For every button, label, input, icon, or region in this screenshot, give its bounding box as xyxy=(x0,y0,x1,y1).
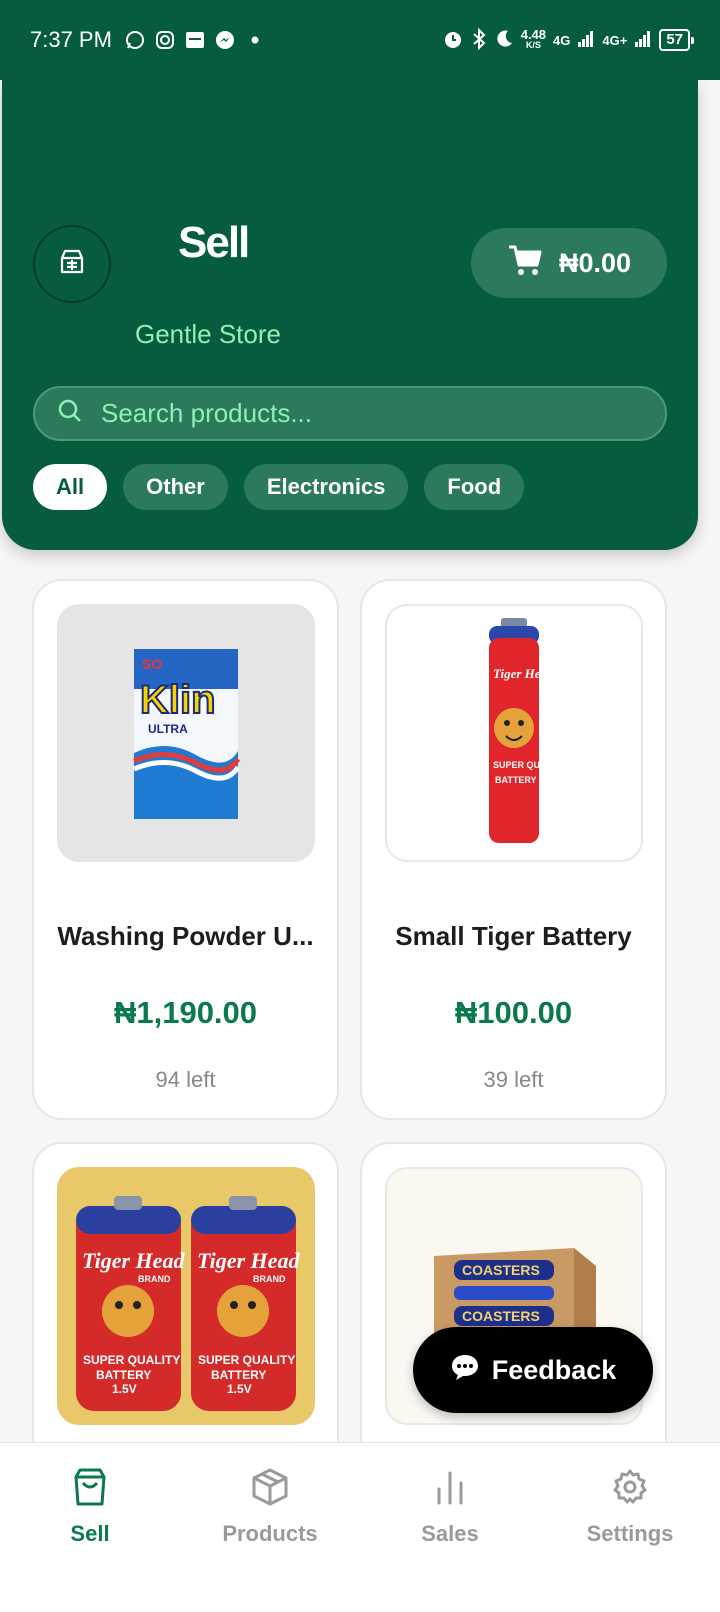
nav-item-sales[interactable]: Sales xyxy=(360,1443,540,1612)
klin-detergent-image: SO Klin ULTRA xyxy=(132,649,241,819)
svg-text:COASTERS: COASTERS xyxy=(462,1308,540,1324)
signal-icon-1 xyxy=(577,30,595,51)
gear-icon xyxy=(611,1467,649,1513)
product-image: Tiger Head BRAND SUPER QUALITY BATTERY 1… xyxy=(57,1167,315,1425)
product-stock: 39 left xyxy=(483,1067,544,1092)
store-switch-button[interactable] xyxy=(33,225,111,303)
svg-text:BRAND: BRAND xyxy=(138,1274,171,1284)
status-time: 7:37 PM xyxy=(30,27,112,52)
product-name: Small Tiger Battery xyxy=(395,921,632,951)
shopping-bag-icon xyxy=(71,1467,109,1513)
cart-total: ₦0.00 xyxy=(558,247,632,278)
svg-text:BATTERY: BATTERY xyxy=(211,1368,266,1382)
feedback-label: Feedback xyxy=(491,1354,617,1385)
product-price: ₦1,190.00 xyxy=(113,995,258,1030)
svg-text:ULTRA: ULTRA xyxy=(148,722,188,736)
nav-label-sales: Sales xyxy=(421,1521,479,1546)
svg-text:BATTERY: BATTERY xyxy=(495,775,537,785)
tiger-aa-battery-image: Tiger Head SUPER QUALITY BATTERY xyxy=(489,618,549,843)
product-name: Washing Powder U... xyxy=(57,921,314,951)
search-bar[interactable] xyxy=(33,386,667,441)
bottom-navigation: Sell Products Sales Settings xyxy=(0,1442,720,1612)
more-notifications-dot-icon xyxy=(244,29,266,51)
alarm-icon xyxy=(442,28,464,53)
product-card[interactable]: Tiger Head SUPER QUALITY BATTERY Small T… xyxy=(360,579,667,1120)
box-icon xyxy=(251,1467,289,1513)
svg-text:1.5V: 1.5V xyxy=(227,1382,252,1396)
store-name: Gentle Store xyxy=(135,319,281,349)
product-stock: 94 left xyxy=(155,1067,216,1092)
svg-text:SO: SO xyxy=(142,656,162,672)
bar-chart-icon xyxy=(431,1467,469,1513)
messenger-icon xyxy=(214,29,236,51)
product-image: Tiger Head SUPER QUALITY BATTERY xyxy=(385,604,643,862)
svg-text:Tiger Head: Tiger Head xyxy=(493,666,549,681)
nav-label-sell: Sell xyxy=(70,1521,110,1546)
svg-text:COASTERS: COASTERS xyxy=(462,1262,540,1278)
svg-text:SUPER QUALITY: SUPER QUALITY xyxy=(83,1353,180,1367)
svg-text:Klin: Klin xyxy=(140,678,216,722)
news-app-icon xyxy=(184,29,206,51)
product-price: ₦100.00 xyxy=(454,995,573,1030)
category-chip-all[interactable]: All xyxy=(33,464,108,510)
category-filters: All Other Electronics Food xyxy=(33,464,525,510)
cart-icon xyxy=(507,243,543,284)
svg-text:SUPER QUALITY: SUPER QUALITY xyxy=(493,760,549,770)
svg-text:BATTERY: BATTERY xyxy=(96,1368,151,1382)
nav-label-settings: Settings xyxy=(586,1521,674,1546)
net-type-1: 4G xyxy=(553,32,571,48)
nav-item-settings[interactable]: Settings xyxy=(540,1443,720,1612)
system-status: 4.48 K/S 4G 4G+ 57 xyxy=(442,27,694,53)
signal-icon-2 xyxy=(634,30,652,51)
category-chip-food[interactable]: Food xyxy=(424,464,525,510)
search-icon xyxy=(57,398,83,429)
product-image: SO Klin ULTRA xyxy=(57,604,315,862)
net-speed: 4.48 K/S xyxy=(520,27,547,50)
chat-bubble-icon xyxy=(450,1353,480,1388)
battery-icon: 57 xyxy=(659,29,694,51)
nav-item-sell[interactable]: Sell xyxy=(0,1443,180,1612)
instagram-icon xyxy=(154,29,176,51)
nav-label-products: Products xyxy=(222,1521,318,1546)
svg-text:Tiger Head: Tiger Head xyxy=(197,1248,300,1273)
category-chip-electronics[interactable]: Electronics xyxy=(243,464,409,510)
search-input[interactable] xyxy=(101,398,621,429)
cart-button[interactable]: ₦0.00 xyxy=(471,228,667,298)
svg-text:Tiger Head: Tiger Head xyxy=(82,1248,185,1273)
page-title: Sell xyxy=(178,218,250,267)
sell-header: Sell Gentle Store ₦0.00 All Other Electr… xyxy=(2,80,698,550)
moon-icon xyxy=(494,29,514,52)
whatsapp-icon xyxy=(124,29,146,51)
status-bar: 7:37 PM 4.48 K/S 4G 4G+ 57 xyxy=(0,0,720,80)
product-card[interactable]: SO Klin ULTRA Washing Powder U... ₦1,190… xyxy=(32,579,339,1120)
store-icon xyxy=(56,246,88,283)
svg-text:SUPER QUALITY: SUPER QUALITY xyxy=(198,1353,295,1367)
notification-icons xyxy=(124,29,266,51)
bluetooth-icon xyxy=(471,27,487,53)
net-type-2: 4G+ xyxy=(602,32,628,48)
svg-text:BRAND: BRAND xyxy=(253,1274,286,1284)
svg-text:1.5V: 1.5V xyxy=(112,1382,137,1396)
category-chip-other[interactable]: Other xyxy=(123,464,228,510)
tiger-big-batteries-image: Tiger Head BRAND SUPER QUALITY BATTERY 1… xyxy=(76,1196,300,1411)
feedback-button[interactable]: Feedback xyxy=(413,1327,653,1413)
app-root: 7:37 PM 4.48 K/S 4G 4G+ 57 Sell Gentle S… xyxy=(0,0,720,1612)
nav-item-products[interactable]: Products xyxy=(180,1443,360,1612)
